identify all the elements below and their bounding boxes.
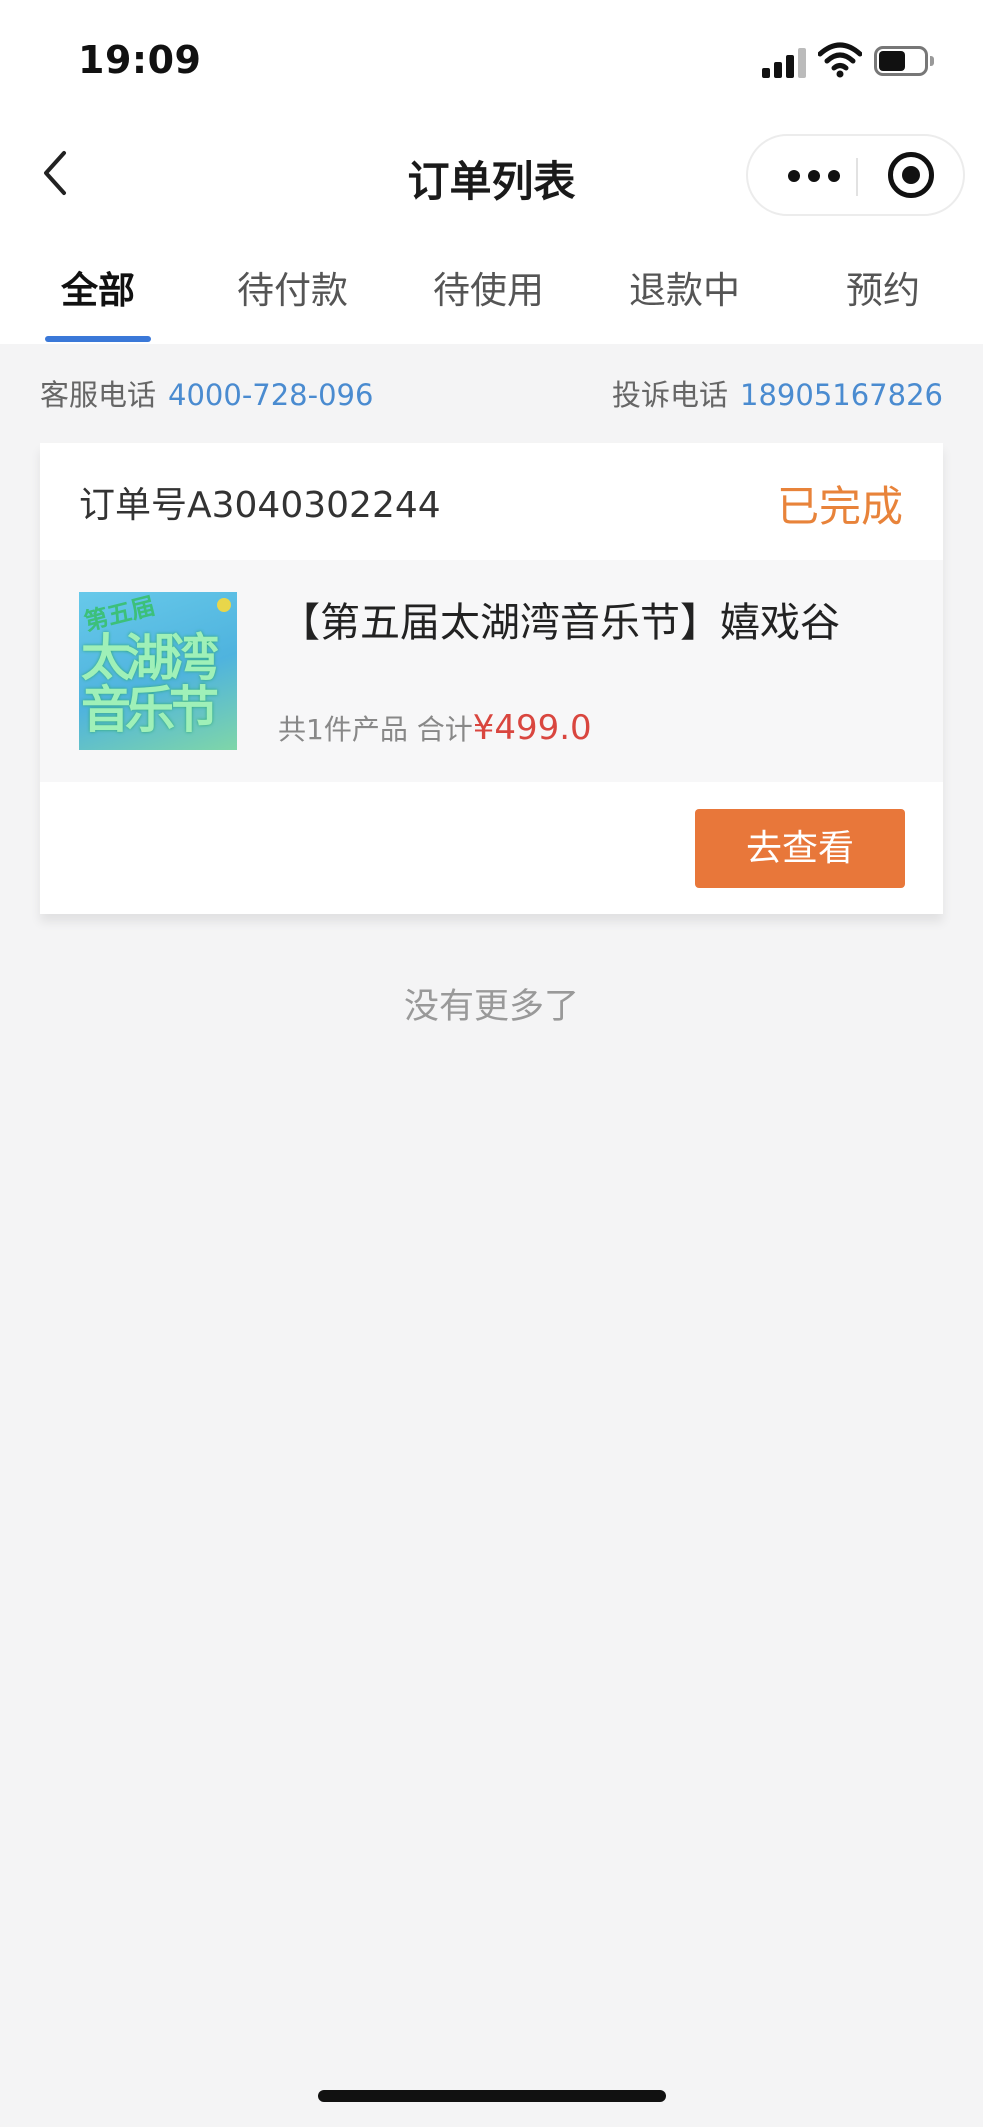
order-total-price: ¥499.0	[472, 708, 592, 748]
mini-program-capsule	[746, 134, 965, 216]
product-row[interactable]: 第五届 太湖湾音乐节 【第五届太湖湾音乐节】嬉戏谷 共1件产品 合计¥499.0	[40, 560, 943, 782]
order-tabs: 全部 待付款 待使用 退款中 预约	[0, 250, 983, 344]
no-more-text: 没有更多了	[403, 987, 579, 1027]
tab-all[interactable]: 全部	[61, 260, 135, 314]
tab-reservation[interactable]: 预约	[846, 260, 920, 314]
capsule-divider	[856, 158, 858, 196]
tab-pending-use[interactable]: 待使用	[433, 260, 544, 314]
order-summary: 共1件产品 合计¥499.0	[278, 708, 592, 748]
product-name: 【第五届太湖湾音乐节】嬉戏谷	[280, 600, 840, 646]
active-tab-indicator	[45, 336, 151, 342]
more-options-icon[interactable]	[768, 136, 860, 214]
battery-icon	[874, 46, 934, 76]
tab-refunding[interactable]: 退款中	[629, 260, 740, 314]
cellular-signal-icon	[762, 46, 806, 78]
complaint-phone-row: 投诉电话 18905167826	[612, 372, 943, 414]
summary-text: 共1件产品 合计	[278, 713, 473, 746]
order-number: 订单号A3040302244	[79, 485, 441, 526]
home-indicator[interactable]	[318, 2090, 666, 2102]
status-time: 19:09	[78, 38, 202, 82]
order-status: 已完成	[776, 482, 903, 531]
order-card[interactable]: 订单号A3040302244 已完成 第五届 太湖湾音乐节 【第五届太湖湾音乐节…	[40, 443, 943, 914]
tab-pending-payment[interactable]: 待付款	[237, 260, 348, 314]
complaint-phone-label: 投诉电话	[612, 378, 729, 412]
thumbnail-text: 太湖湾音乐节	[81, 629, 219, 739]
service-phone-row: 客服电话 4000-728-096	[40, 372, 373, 414]
product-thumbnail: 第五届 太湖湾音乐节	[79, 592, 237, 750]
close-mini-program-icon[interactable]	[888, 152, 934, 198]
wifi-icon	[818, 42, 862, 78]
complaint-phone-link[interactable]: 18905167826	[740, 378, 943, 412]
service-phone-link[interactable]: 4000-728-096	[168, 378, 373, 412]
view-order-button[interactable]: 去查看	[695, 809, 905, 888]
service-phone-label: 客服电话	[40, 378, 157, 412]
